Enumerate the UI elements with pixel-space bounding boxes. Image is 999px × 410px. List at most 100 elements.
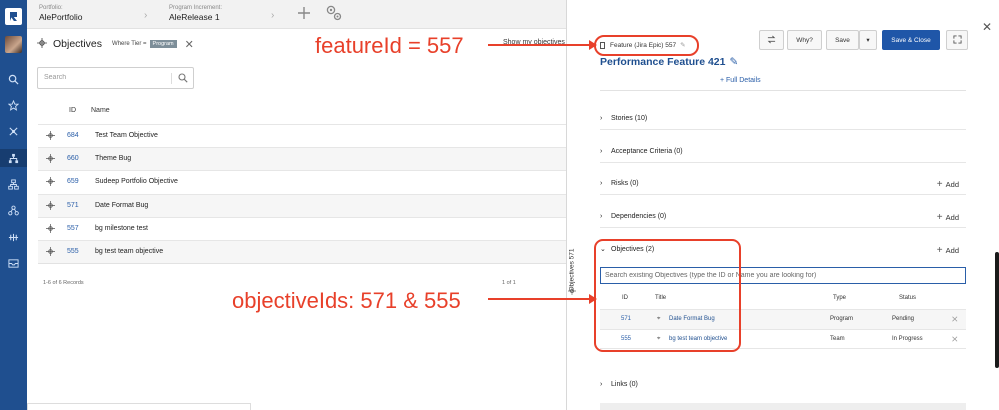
org-chart-icon[interactable] xyxy=(0,175,27,193)
side-tab[interactable]: Objectives 571 xyxy=(566,220,578,305)
table-row[interactable]: 684 Test Team Objective xyxy=(38,124,566,147)
save-close-button[interactable]: Save & Close xyxy=(882,30,940,50)
feature-title: Performance Feature 421 ✎ xyxy=(600,56,738,68)
section-title: Risks (0) xyxy=(611,180,639,187)
chevron-right-icon: › xyxy=(271,10,275,21)
pencil-icon[interactable]: ✎ xyxy=(729,56,738,68)
expand-icon xyxy=(952,34,962,46)
objective-id-link[interactable]: 555 xyxy=(67,248,79,255)
panel-divider[interactable] xyxy=(566,0,567,410)
add-dependency-button[interactable]: + Add xyxy=(937,212,959,223)
objective-id-link[interactable]: 659 xyxy=(67,178,79,185)
hierarchy-icon[interactable] xyxy=(0,149,27,167)
avatar[interactable] xyxy=(5,36,22,53)
clear-filter-icon[interactable]: ✕ xyxy=(185,38,194,51)
objective-type: Team xyxy=(830,336,845,342)
move-icon xyxy=(568,287,576,297)
table-row[interactable]: 557 bg milestone test xyxy=(38,217,566,240)
objective-name[interactable]: Date Format Bug xyxy=(95,202,148,209)
move-icon[interactable] xyxy=(46,201,55,212)
tier-filter-badge[interactable]: Program xyxy=(149,40,177,48)
section-stories[interactable]: › Stories (10) xyxy=(600,110,966,130)
add-label: Add xyxy=(945,246,959,255)
breadcrumb: Portfolio: AlePortfolio › Program Increm… xyxy=(27,0,567,29)
section-acceptance-criteria[interactable]: › Acceptance Criteria (0) xyxy=(600,143,966,163)
objective-name[interactable]: Test Team Objective xyxy=(95,132,158,139)
add-risk-button[interactable]: + Add xyxy=(937,179,959,190)
annotation-objective-ids: objectiveIds: 571 & 555 xyxy=(232,288,461,313)
expand-button[interactable] xyxy=(946,30,968,50)
why-button[interactable]: Why? xyxy=(787,30,822,50)
objective-id-link[interactable]: 571 xyxy=(67,202,79,209)
add-label: Add xyxy=(945,180,959,189)
objective-name[interactable]: bg test team objective xyxy=(95,248,163,255)
divider xyxy=(38,263,566,264)
move-icon[interactable] xyxy=(46,247,55,258)
feature-title-text[interactable]: Performance Feature 421 xyxy=(600,56,725,68)
column-header-name[interactable]: Name xyxy=(91,107,110,114)
network-icon[interactable] xyxy=(0,122,27,140)
column-header-type: Type xyxy=(833,295,847,301)
scrollbar[interactable] xyxy=(995,252,999,368)
add-crumb-icon[interactable] xyxy=(297,6,311,22)
section-title: Links (0) xyxy=(611,381,638,388)
full-details-link[interactable]: + Full Details xyxy=(720,77,761,84)
chevron-down-icon: ▾ xyxy=(866,37,870,44)
unlink-icon[interactable]: ⨯ xyxy=(951,314,959,325)
table-row[interactable]: 571 Date Format Bug xyxy=(38,194,566,217)
column-header-id[interactable]: ID xyxy=(69,107,76,114)
annotation-highlight xyxy=(594,239,741,352)
roadmap-icon[interactable] xyxy=(0,228,27,246)
divider xyxy=(600,90,966,91)
move-icon[interactable] xyxy=(46,131,55,142)
objective-type: Program xyxy=(830,316,854,322)
links-panel xyxy=(600,403,966,410)
move-icon xyxy=(37,38,47,50)
objective-status: In Progress xyxy=(892,336,923,342)
search-icon[interactable] xyxy=(0,70,27,88)
breadcrumb-portfolio[interactable]: Portfolio: AlePortfolio xyxy=(39,5,82,22)
objective-id-link[interactable]: 557 xyxy=(67,225,79,232)
filter-label: Where Tier = xyxy=(112,41,147,47)
objective-name[interactable]: bg milestone test xyxy=(95,225,148,232)
section-dependencies[interactable]: › Dependencies (0) + Add xyxy=(600,208,966,228)
chevron-right-icon: › xyxy=(600,381,603,388)
objective-id-link[interactable]: 684 xyxy=(67,132,79,139)
section-links[interactable]: › Links (0) xyxy=(600,376,966,396)
table-row[interactable]: 660 Theme Bug xyxy=(38,147,566,170)
team-icon[interactable] xyxy=(0,201,27,219)
add-label: Add xyxy=(945,213,959,222)
move-icon[interactable] xyxy=(46,224,55,235)
objective-status: Pending xyxy=(892,316,915,322)
divider xyxy=(171,73,172,84)
close-icon[interactable]: ✕ xyxy=(982,20,992,34)
search-icon[interactable] xyxy=(178,73,188,85)
inbox-icon[interactable] xyxy=(0,254,27,272)
swap-button[interactable] xyxy=(759,30,784,50)
record-count: 1-6 of 6 Records xyxy=(43,280,84,286)
objective-id-link[interactable]: 660 xyxy=(67,155,79,162)
table-row[interactable]: 659 Sudeep Portfolio Objective xyxy=(38,170,566,193)
objective-name[interactable]: Sudeep Portfolio Objective xyxy=(95,178,178,185)
move-icon[interactable] xyxy=(46,154,55,165)
table-row[interactable]: 555 bg test team objective xyxy=(38,240,566,263)
plus-icon: + xyxy=(936,212,943,223)
page-title: Objectives xyxy=(53,38,103,50)
app-logo-icon[interactable] xyxy=(5,8,22,25)
breadcrumb-program-increment[interactable]: Program Increment: AleRelease 1 xyxy=(169,5,222,22)
section-risks[interactable]: › Risks (0) + Add xyxy=(600,175,966,195)
save-options-button[interactable]: ▾ xyxy=(859,30,877,50)
table-header: ID Name xyxy=(38,103,566,121)
add-objective-button[interactable]: + Add xyxy=(937,245,959,256)
section-title: Dependencies (0) xyxy=(611,213,667,220)
unlink-icon[interactable]: ⨯ xyxy=(951,334,959,345)
star-icon[interactable] xyxy=(0,96,27,114)
objective-name[interactable]: Theme Bug xyxy=(95,155,131,162)
chevron-right-icon: › xyxy=(600,115,603,122)
search-input[interactable] xyxy=(44,74,169,81)
save-button[interactable]: Save xyxy=(826,30,859,50)
pagination[interactable]: 1 of 1 xyxy=(502,280,516,286)
breadcrumb-value: AleRelease 1 xyxy=(169,12,220,22)
settings-gears-icon[interactable] xyxy=(325,4,343,24)
move-icon[interactable] xyxy=(46,177,55,188)
